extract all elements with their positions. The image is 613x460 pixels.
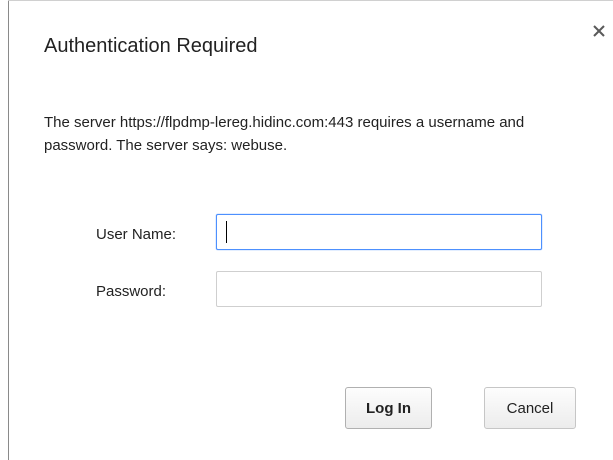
- dialog-top-border: [8, 0, 613, 1]
- close-icon[interactable]: [592, 24, 606, 38]
- login-button[interactable]: Log In: [345, 387, 432, 429]
- dialog-left-border: [8, 0, 9, 460]
- authentication-dialog: Authentication Required The server https…: [0, 0, 613, 460]
- dialog-title: Authentication Required: [44, 35, 258, 57]
- username-label: User Name:: [96, 226, 177, 243]
- cancel-button[interactable]: Cancel: [484, 387, 576, 429]
- password-input[interactable]: [216, 271, 542, 307]
- password-label: Password:: [96, 283, 167, 300]
- dialog-message: The server https://flpdmp-lereg.hidinc.c…: [44, 114, 525, 154]
- text-caret: [226, 221, 227, 243]
- username-input[interactable]: [216, 214, 542, 250]
